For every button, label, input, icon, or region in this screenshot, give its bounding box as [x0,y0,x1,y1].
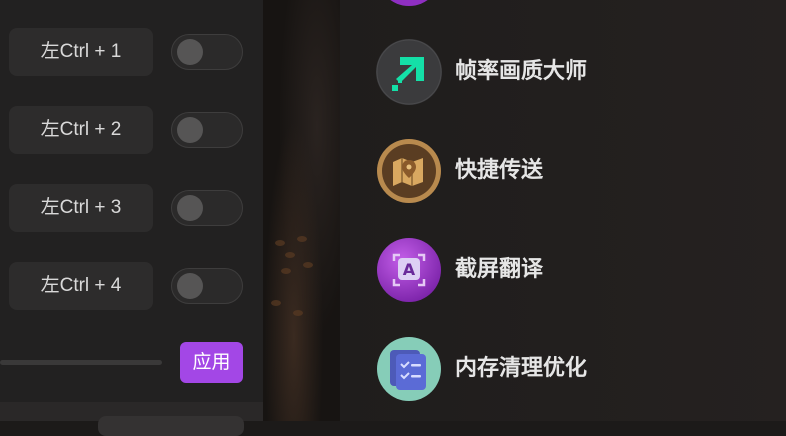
tool-label: 截屏翻译 [455,257,544,282]
hotkey-button[interactable]: 左Ctrl + 1 [9,28,153,76]
toggle-knob [177,117,203,143]
hotkey-toggle[interactable] [171,112,243,148]
toggle-knob [177,273,203,299]
svg-text:A: A [403,260,416,279]
foliage-decoration [293,310,303,316]
hotkey-button[interactable]: 左Ctrl + 2 [9,106,153,154]
hotkey-row: 左Ctrl + 4 [0,262,263,310]
toggle-knob [177,195,203,221]
tool-label: 内存清理优化 [455,356,588,381]
tool-item-quick-teleport[interactable]: 快捷传送 [376,138,736,204]
map-teleport-icon [376,138,442,204]
tool-label: 帧率画质大师 [455,59,588,84]
toggle-knob [177,39,203,65]
tools-list-panel: 帧率画质大师 快捷传送 A 截屏翻译 内存清理优化 [340,0,786,421]
hotkey-row: 左Ctrl + 3 [0,184,263,232]
foliage-decoration [281,268,291,274]
tool-icon-partial [377,0,441,6]
fps-quality-icon [376,39,442,105]
hotkey-row: 左Ctrl + 1 [0,28,263,76]
hotkey-row: 左Ctrl + 2 [0,106,263,154]
foliage-decoration [303,262,313,268]
hotkey-settings-panel: 左Ctrl + 1 左Ctrl + 2 左Ctrl + 3 左Ctrl + 4 … [0,0,263,436]
foliage-decoration [275,240,285,246]
screenshot-translate-icon: A [376,237,442,303]
hotkey-button[interactable]: 左Ctrl + 3 [9,184,153,232]
apply-button[interactable]: 应用 [180,342,243,383]
foliage-decoration [285,252,295,258]
memory-clean-icon [376,336,442,402]
tool-label: 快捷传送 [455,158,544,183]
tool-item-memory-clean[interactable]: 内存清理优化 [376,336,736,402]
slider-track[interactable] [0,360,162,365]
hotkey-toggle[interactable] [171,34,243,70]
footer-chip [98,416,244,436]
hotkey-toggle[interactable] [171,190,243,226]
game-background [263,0,340,421]
foliage-decoration [271,300,281,306]
foliage-decoration [297,236,307,242]
hotkey-toggle[interactable] [171,268,243,304]
hotkey-button[interactable]: 左Ctrl + 4 [9,262,153,310]
tool-item-screenshot-translate[interactable]: A 截屏翻译 [376,237,736,303]
tool-item-fps-quality[interactable]: 帧率画质大师 [376,39,736,105]
